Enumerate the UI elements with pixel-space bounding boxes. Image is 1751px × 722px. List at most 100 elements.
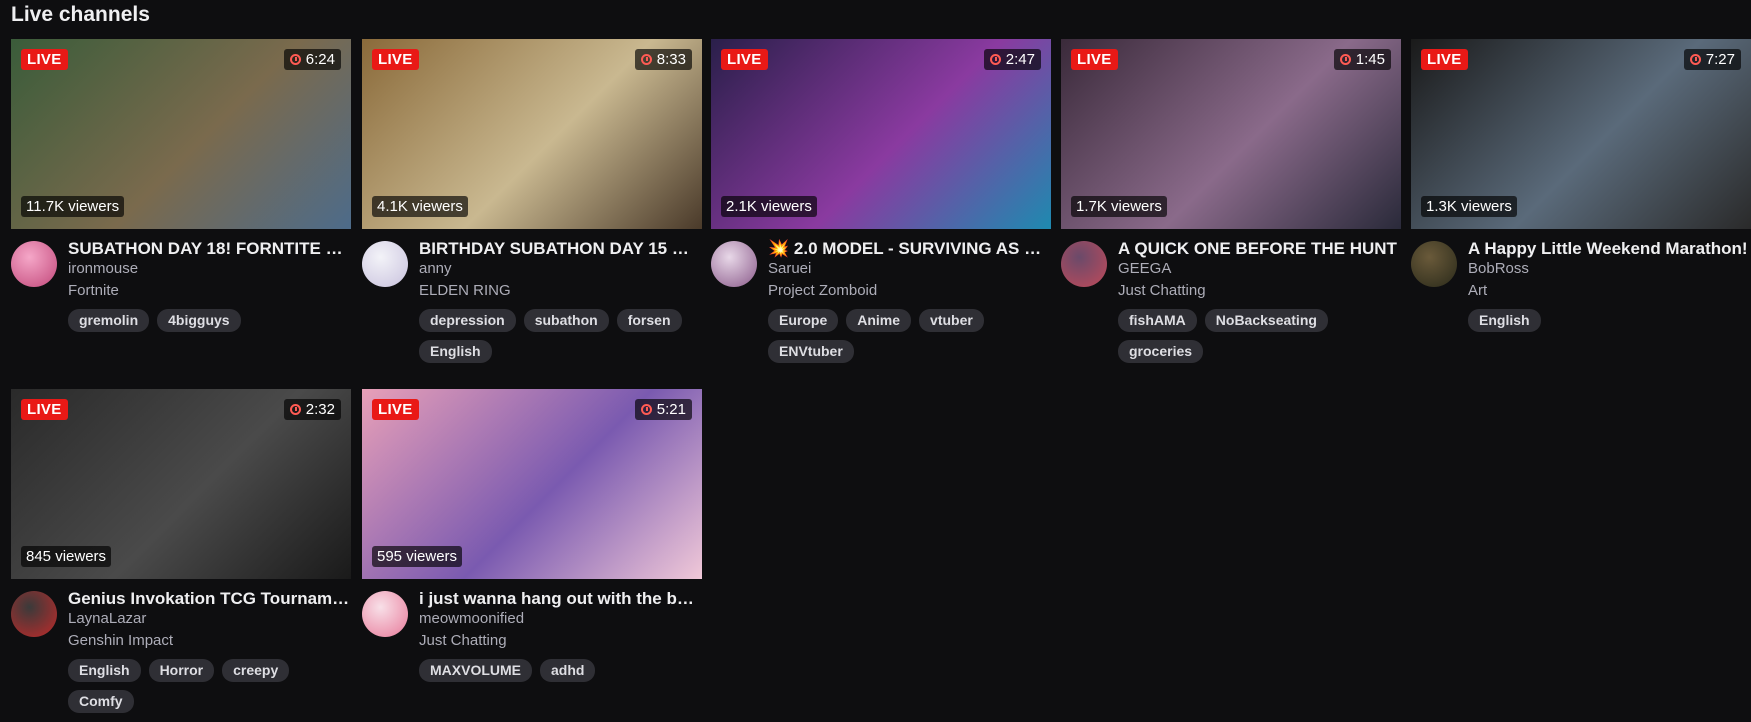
tag-pill[interactable]: groceries: [1118, 340, 1204, 363]
tag-pill[interactable]: English: [419, 340, 492, 363]
uptime-text: 8:33: [656, 51, 686, 68]
avatar[interactable]: [1411, 241, 1457, 287]
stream-title[interactable]: BIRTHDAY SUBATHON DAY 15 🍊 ...: [419, 239, 702, 259]
stream-title[interactable]: SUBATHON DAY 18! FORNTITE W/ GREMLIN & 4…: [68, 239, 351, 259]
uptime-badge: 6:24: [283, 49, 341, 70]
clock-icon: [1689, 54, 1701, 65]
tag-pill[interactable]: English: [1468, 309, 1541, 332]
channel-card[interactable]: LIVE 8:33 4.1K viewers BIRTHDAY SUBATHON…: [362, 39, 702, 369]
stream-title[interactable]: A QUICK ONE BEFORE THE HUNT: [1118, 239, 1401, 259]
uptime-badge: 7:27: [1683, 49, 1741, 70]
game-name[interactable]: Fortnite: [68, 282, 119, 299]
tag-pill[interactable]: NoBackseating: [1204, 309, 1328, 332]
tag-pill[interactable]: 4bigguys: [157, 309, 241, 332]
tag-pill[interactable]: forsen: [616, 309, 682, 332]
stream-thumbnail[interactable]: LIVE 6:24 11.7K viewers: [11, 39, 351, 229]
live-badge: LIVE: [372, 49, 419, 70]
streamer-name[interactable]: Saruei: [768, 260, 811, 277]
avatar[interactable]: [11, 241, 57, 287]
stream-title[interactable]: Genius Invokation TCG Tournament: [68, 589, 351, 609]
clock-icon: [289, 54, 301, 65]
tag-pill[interactable]: MAXVOLUME: [419, 659, 532, 682]
streamer-name[interactable]: LaynaLazar: [68, 610, 146, 627]
streamer-name[interactable]: ironmouse: [68, 260, 138, 277]
avatar[interactable]: [362, 591, 408, 637]
stream-thumbnail[interactable]: LIVE 8:33 4.1K viewers: [362, 39, 702, 229]
game-name[interactable]: Just Chatting: [419, 632, 507, 649]
uptime-text: 7:27: [1705, 51, 1735, 68]
channel-card[interactable]: LIVE 6:24 11.7K viewers SUBATHON DAY 18!…: [11, 39, 351, 369]
clock-icon: [1339, 54, 1351, 65]
tag-pill[interactable]: fishAMA: [1118, 309, 1197, 332]
stream-thumbnail[interactable]: LIVE 1:45 1.7K viewers: [1061, 39, 1401, 229]
viewer-count: 595 viewers: [372, 546, 463, 567]
tag-list: MAXVOLUME adhd: [419, 659, 702, 682]
avatar[interactable]: [362, 241, 408, 287]
stream-thumbnail[interactable]: LIVE 7:27 1.3K viewers: [1411, 39, 1751, 229]
tag-pill[interactable]: gremolin: [68, 309, 150, 332]
viewer-count: 1.7K viewers: [1071, 196, 1167, 217]
channel-card[interactable]: LIVE 2:32 845 viewers Genius Invokation …: [11, 389, 351, 719]
viewer-count: 2.1K viewers: [721, 196, 817, 217]
avatar[interactable]: [11, 591, 57, 637]
clock-icon: [640, 54, 652, 65]
clock-icon: [989, 54, 1001, 65]
live-badge: LIVE: [721, 49, 768, 70]
streamer-name[interactable]: anny: [419, 260, 452, 277]
avatar[interactable]: [1061, 241, 1107, 287]
tag-pill[interactable]: Comfy: [68, 690, 134, 713]
tag-list: English Horror creepy Comfy: [68, 659, 351, 713]
tag-pill[interactable]: depression: [419, 309, 516, 332]
streamer-name[interactable]: BobRoss: [1468, 260, 1529, 277]
channel-card[interactable]: LIVE 1:45 1.7K viewers A QUICK ONE BEFOR…: [1061, 39, 1401, 369]
stream-title[interactable]: i just wanna hang out with the bois...: [419, 589, 702, 609]
viewer-count: 4.1K viewers: [372, 196, 468, 217]
tag-list: depression subathon forsen English: [419, 309, 702, 363]
tag-list: Europe Anime vtuber ENVtuber: [768, 309, 1051, 363]
uptime-text: 1:45: [1355, 51, 1385, 68]
game-name[interactable]: Project Zomboid: [768, 282, 877, 299]
game-name[interactable]: ELDEN RING: [419, 282, 511, 299]
tag-pill[interactable]: adhd: [540, 659, 596, 682]
tag-list: fishAMA NoBackseating groceries: [1118, 309, 1401, 363]
tag-pill[interactable]: creepy: [222, 659, 290, 682]
stream-thumbnail[interactable]: LIVE 2:47 2.1K viewers: [711, 39, 1051, 229]
clock-icon: [640, 404, 652, 415]
live-badge: LIVE: [21, 49, 68, 70]
streamer-name[interactable]: GEEGA: [1118, 260, 1171, 277]
channel-card[interactable]: LIVE 5:21 595 viewers i just wanna hang …: [362, 389, 702, 719]
uptime-badge: 2:32: [283, 399, 341, 420]
live-badge: LIVE: [1071, 49, 1118, 70]
channel-card[interactable]: LIVE 7:27 1.3K viewers A Happy Little We…: [1411, 39, 1751, 369]
stream-thumbnail[interactable]: LIVE 5:21 595 viewers: [362, 389, 702, 579]
uptime-badge: 8:33: [634, 49, 692, 70]
uptime-text: 2:47: [1005, 51, 1035, 68]
tag-pill[interactable]: ENVtuber: [768, 340, 854, 363]
live-badge: LIVE: [372, 399, 419, 420]
avatar[interactable]: [711, 241, 757, 287]
clock-icon: [289, 404, 301, 415]
stream-title[interactable]: A Happy Little Weekend Marathon!: [1468, 239, 1751, 259]
tag-pill[interactable]: subathon: [523, 309, 609, 332]
uptime-badge: 1:45: [1333, 49, 1391, 70]
streamer-name[interactable]: meowmoonified: [419, 610, 524, 627]
game-name[interactable]: Art: [1468, 282, 1487, 299]
tag-pill[interactable]: English: [68, 659, 141, 682]
live-badge: LIVE: [21, 399, 68, 420]
uptime-badge: 2:47: [983, 49, 1041, 70]
game-name[interactable]: Genshin Impact: [68, 632, 173, 649]
tag-list: English: [1468, 309, 1751, 332]
stream-thumbnail[interactable]: LIVE 2:32 845 viewers: [11, 389, 351, 579]
viewer-count: 845 viewers: [21, 546, 112, 567]
tag-pill[interactable]: Horror: [148, 659, 215, 682]
tag-list: gremolin 4bigguys: [68, 309, 351, 332]
game-name[interactable]: Just Chatting: [1118, 282, 1206, 299]
live-badge: LIVE: [1421, 49, 1468, 70]
viewer-count: 11.7K viewers: [21, 196, 125, 217]
tag-pill[interactable]: Anime: [846, 309, 912, 332]
stream-title[interactable]: 💥 2.0 MODEL - SURVIVING AS BE...: [768, 239, 1051, 259]
tag-pill[interactable]: vtuber: [919, 309, 984, 332]
tag-pill[interactable]: Europe: [768, 309, 839, 332]
channel-card[interactable]: LIVE 2:47 2.1K viewers 💥 2.0 MODEL - SUR…: [711, 39, 1051, 369]
channel-grid: LIVE 6:24 11.7K viewers SUBATHON DAY 18!…: [0, 0, 1751, 722]
